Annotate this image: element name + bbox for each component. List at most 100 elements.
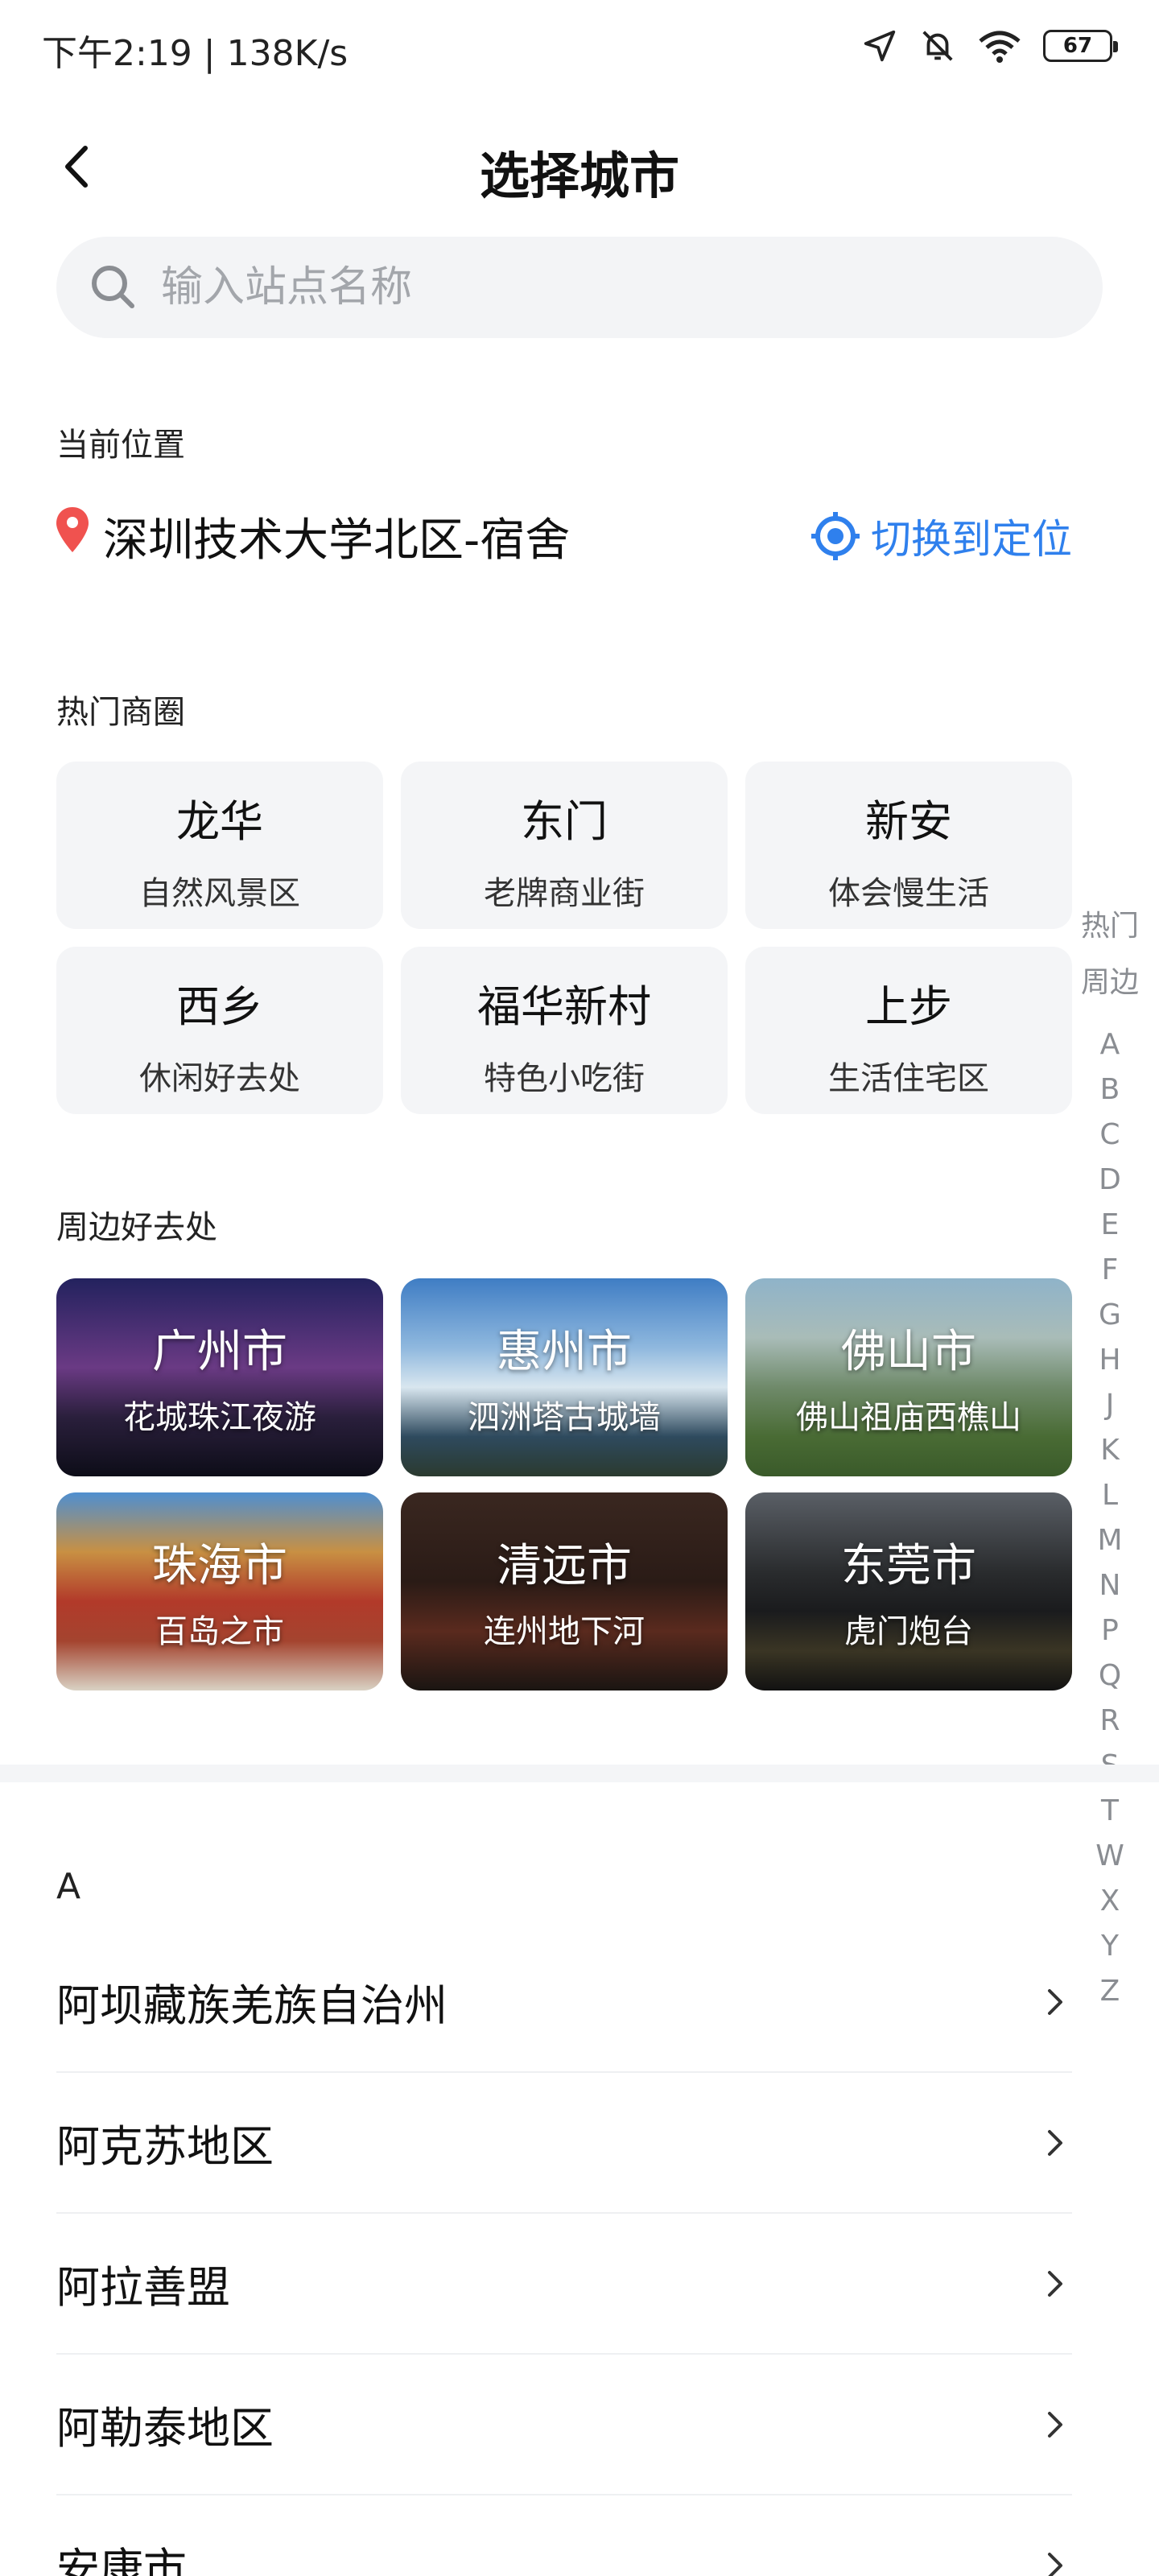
- locate-target-icon: [811, 512, 860, 560]
- nearby-city-card[interactable]: 清远市 连州地下河: [401, 1492, 728, 1690]
- nearby-city-card[interactable]: 东莞市 虎门炮台: [745, 1492, 1072, 1690]
- hot-area-name: 福华新村: [477, 981, 651, 1032]
- list-item[interactable]: 阿坝藏族羌族自治州: [56, 1932, 1072, 2073]
- nearby-city-name: 佛山市: [841, 1326, 976, 1378]
- chevron-right-icon: [1048, 2129, 1062, 2156]
- hot-area-desc: 特色小吃街: [484, 1060, 645, 1097]
- nearby-city-name: 广州市: [152, 1326, 287, 1378]
- status-time: 下午2:19 | 138K/s: [42, 33, 349, 74]
- index-item[interactable]: W: [1075, 1834, 1145, 1879]
- letter-section-header: A: [56, 1866, 81, 1907]
- wifi-icon: [979, 31, 1021, 63]
- hot-area-card[interactable]: 龙华 自然风景区: [56, 762, 383, 929]
- index-item[interactable]: 热门: [1075, 898, 1145, 955]
- city-list-label: 阿坝藏族羌族自治州: [56, 1980, 448, 2031]
- hot-area-desc: 老牌商业街: [484, 875, 645, 912]
- hot-area-card[interactable]: 东门 老牌商业街: [401, 762, 728, 929]
- hot-area-card[interactable]: 上步 生活住宅区: [745, 947, 1072, 1114]
- index-item[interactable]: P: [1075, 1608, 1145, 1653]
- battery-level: 67: [1062, 34, 1093, 58]
- nearby-label: 周边好去处: [56, 1209, 217, 1246]
- hot-areas-grid: 龙华自然风景区 东门老牌商业街 新安体会慢生活 西乡休闲好去处 福华新村特色小吃…: [56, 762, 1072, 1114]
- city-list-label: 阿拉善盟: [56, 2262, 230, 2313]
- section-divider: [0, 1765, 1159, 1782]
- index-item[interactable]: L: [1075, 1473, 1145, 1518]
- list-item[interactable]: 阿勒泰地区: [56, 2355, 1072, 2496]
- index-item[interactable]: F: [1075, 1248, 1145, 1293]
- index-item[interactable]: A: [1075, 1022, 1145, 1067]
- bell-mute-icon: [922, 31, 953, 61]
- chevron-right-icon: [1048, 2411, 1062, 2438]
- page-title: 选择城市: [479, 147, 679, 205]
- index-item[interactable]: Y: [1075, 1924, 1145, 1969]
- index-item[interactable]: M: [1075, 1518, 1145, 1563]
- index-item[interactable]: Z: [1075, 1969, 1145, 2014]
- hot-area-card[interactable]: 福华新村 特色小吃街: [401, 947, 728, 1114]
- hot-areas-label: 热门商圈: [56, 694, 185, 731]
- search-input[interactable]: [161, 237, 1046, 338]
- hot-area-name: 西乡: [176, 981, 263, 1032]
- index-item[interactable]: E: [1075, 1203, 1145, 1248]
- nearby-grid: 广州市 花城珠江夜游 惠州市 泗洲塔古城墙 佛山市 佛山祖庙西樵山 珠海市 百岛…: [56, 1278, 1072, 1690]
- index-item[interactable]: K: [1075, 1428, 1145, 1473]
- current-location-name: 深圳技术大学北区-宿舍: [103, 514, 571, 567]
- list-item[interactable]: 安康市: [56, 2496, 1072, 2576]
- location-arrow-icon: [864, 30, 896, 62]
- status-icons: 67: [861, 27, 1118, 64]
- hot-area-card[interactable]: 新安 体会慢生活: [745, 762, 1072, 929]
- battery-icon: 67: [1043, 30, 1118, 62]
- list-item[interactable]: 阿拉善盟: [56, 2214, 1072, 2355]
- chevron-right-icon: [1048, 2552, 1062, 2576]
- index-item[interactable]: N: [1075, 1563, 1145, 1608]
- nearby-city-card[interactable]: 珠海市 百岛之市: [56, 1492, 383, 1690]
- search-icon: [92, 266, 134, 308]
- list-item[interactable]: 阿克苏地区: [56, 2073, 1072, 2214]
- nearby-city-card[interactable]: 佛山市 佛山祖庙西樵山: [745, 1278, 1072, 1476]
- index-item[interactable]: G: [1075, 1293, 1145, 1338]
- nearby-city-desc: 连州地下河: [484, 1613, 645, 1650]
- hot-area-card[interactable]: 西乡 休闲好去处: [56, 947, 383, 1114]
- nearby-city-desc: 泗洲塔古城墙: [468, 1399, 661, 1436]
- search-bar[interactable]: [56, 237, 1103, 338]
- chevron-right-icon: [1048, 1988, 1062, 2015]
- header: 选择城市: [0, 121, 1159, 209]
- city-list-label: 安康市: [56, 2544, 187, 2576]
- hot-area-name: 新安: [865, 796, 952, 847]
- hot-area-name: 龙华: [176, 796, 263, 847]
- hot-area-desc: 体会慢生活: [828, 875, 989, 912]
- index-item[interactable]: 周边: [1075, 955, 1145, 1011]
- status-bar: 下午2:19 | 138K/s 67: [0, 0, 1159, 97]
- alphabet-index-bar[interactable]: 热门 周边 A B C D E F G H J K L M N P Q R S …: [1075, 898, 1145, 2014]
- nearby-city-desc: 虎门炮台: [844, 1613, 973, 1650]
- index-item[interactable]: R: [1075, 1699, 1145, 1744]
- nearby-city-card[interactable]: 惠州市 泗洲塔古城墙: [401, 1278, 728, 1476]
- hot-area-desc: 休闲好去处: [139, 1060, 300, 1097]
- nearby-city-desc: 花城珠江夜游: [123, 1399, 316, 1436]
- index-item[interactable]: T: [1075, 1789, 1145, 1834]
- switch-location-label: 切换到定位: [871, 516, 1072, 563]
- hot-area-desc: 自然风景区: [139, 875, 300, 912]
- current-location-label: 当前位置: [56, 427, 185, 464]
- switch-location-button[interactable]: 切换到定位: [810, 507, 1072, 565]
- hot-area-name: 东门: [521, 796, 608, 847]
- hot-area-desc: 生活住宅区: [828, 1060, 989, 1097]
- chevron-right-icon: [1048, 2270, 1062, 2297]
- nearby-city-desc: 百岛之市: [155, 1613, 284, 1650]
- nearby-city-card[interactable]: 广州市 花城珠江夜游: [56, 1278, 383, 1476]
- city-list-label: 阿克苏地区: [56, 2121, 274, 2172]
- nearby-city-name: 惠州市: [497, 1326, 632, 1378]
- hot-area-name: 上步: [865, 981, 952, 1032]
- index-item[interactable]: B: [1075, 1067, 1145, 1113]
- index-item[interactable]: C: [1075, 1113, 1145, 1158]
- city-list-label: 阿勒泰地区: [56, 2403, 274, 2454]
- index-item[interactable]: H: [1075, 1338, 1145, 1383]
- nearby-city-name: 清远市: [497, 1540, 632, 1592]
- index-item[interactable]: D: [1075, 1158, 1145, 1203]
- location-pin-icon: [56, 507, 89, 552]
- index-item[interactable]: J: [1075, 1383, 1145, 1428]
- nearby-city-name: 珠海市: [152, 1540, 287, 1592]
- index-item[interactable]: X: [1075, 1879, 1145, 1924]
- city-list: 阿坝藏族羌族自治州 阿克苏地区 阿拉善盟 阿勒泰地区 安康市: [56, 1932, 1072, 2576]
- nearby-city-name: 东莞市: [841, 1540, 976, 1592]
- index-item[interactable]: Q: [1075, 1653, 1145, 1699]
